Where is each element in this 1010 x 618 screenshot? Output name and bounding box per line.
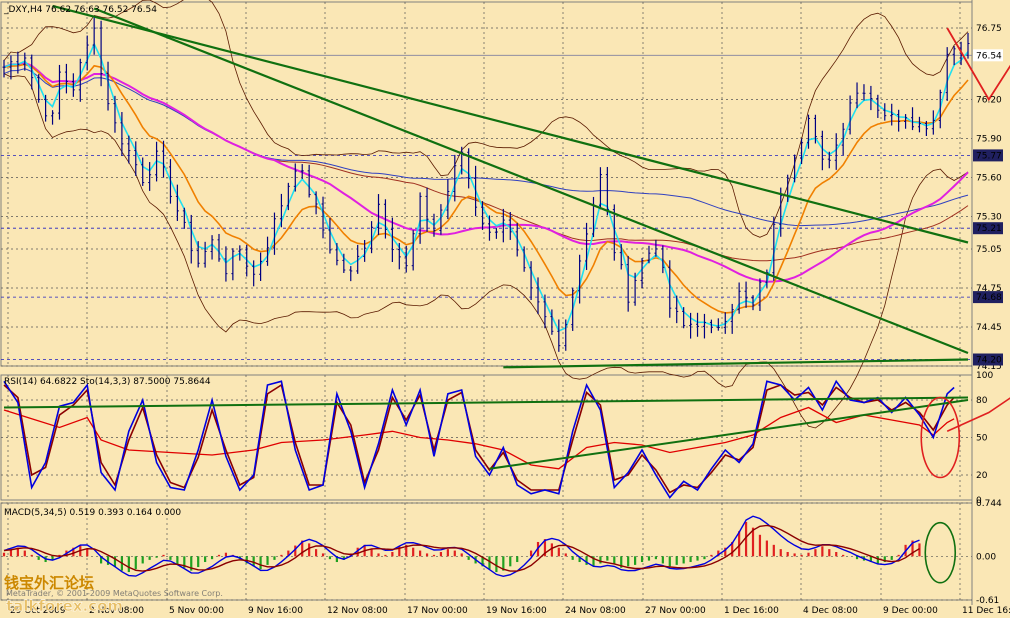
x-tick-label: 27 Nov 00:00 <box>645 606 706 616</box>
macd-y-tick-label: -0.61 <box>976 596 999 606</box>
x-tick-label: 1 Dec 16:00 <box>724 606 779 616</box>
x-tick-label: 24 Nov 08:00 <box>565 606 626 616</box>
y-tick-label: 76.20 <box>976 96 1002 106</box>
x-tick-label: 9 Nov 16:00 <box>248 606 303 616</box>
y-tick-label: 75.90 <box>976 135 1002 145</box>
x-tick-label: 19 Nov 16:00 <box>486 606 547 616</box>
price-level-label: 76.54 <box>976 51 1002 61</box>
x-tick-label: 9 Dec 00:00 <box>883 606 938 616</box>
rsi-y-tick-label: 50 <box>976 434 988 444</box>
price-level-label: 75.21 <box>976 224 1002 234</box>
price-level-label: 74.20 <box>976 356 1002 366</box>
price-panel-title: _DXY,H4 76.62 76.63 76.52 76.54 <box>3 5 157 15</box>
rsi-y-tick-label: 100 <box>976 371 993 381</box>
rsi-y-tick-label: 20 <box>976 471 988 481</box>
rsi-y-tick-label: 80 <box>976 396 988 406</box>
y-tick-label: 76.75 <box>976 24 1002 34</box>
macd-y-tick-label: 0.00 <box>976 552 996 562</box>
x-tick-label: 17 Nov 00:00 <box>407 606 468 616</box>
x-tick-label: 4 Dec 08:00 <box>803 606 858 616</box>
rsi-panel-title: RSI(14) 64.6822 Sto(14,3,3) 87.5000 75.8… <box>4 377 211 387</box>
x-tick-label: 11 Dec 16:00 <box>962 606 1010 616</box>
y-tick-label: 75.60 <box>976 174 1002 184</box>
chart-svg: 29 Oct 2009 2 Nov 08:00 5 Nov 00:00 9 Nov 1… <box>0 0 1010 618</box>
y-tick-label: 75.05 <box>976 245 1002 255</box>
watermark-copyright: MetaTrader, © 2001-2009 MetaQuotes Softw… <box>6 589 223 598</box>
macd-panel-title: MACD(5,34,5) 0.519 0.393 0.164 0.000 <box>4 508 181 518</box>
price-level-label: 74.68 <box>976 293 1002 303</box>
watermark-site: talkforex.com <box>6 597 123 615</box>
x-tick-label: 5 Nov 00:00 <box>169 606 224 616</box>
price-level-label: 75.77 <box>976 151 1002 161</box>
x-tick-label: 12 Nov 08:00 <box>327 606 388 616</box>
y-tick-label: 75.30 <box>976 213 1002 223</box>
macd-y-tick-label: 0.744 <box>976 499 1002 509</box>
y-tick-label: 74.45 <box>976 323 1002 333</box>
